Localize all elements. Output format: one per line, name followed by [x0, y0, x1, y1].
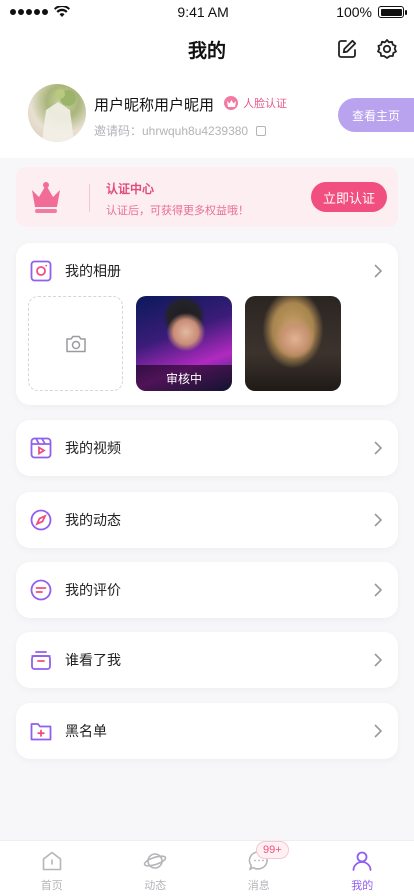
menu-row-visitors[interactable]: 谁看了我 [16, 634, 398, 686]
signal-area [10, 6, 70, 18]
menu-row-reviews[interactable]: 我的评价 [16, 564, 398, 616]
wifi-icon [54, 6, 70, 17]
menu-label: 我的动态 [65, 512, 121, 528]
crown-icon [32, 182, 60, 213]
menu-label: 谁看了我 [65, 652, 121, 668]
menu-card-visitors: 谁看了我 [16, 632, 398, 688]
tab-label: 首页 [40, 880, 63, 892]
menu-label: 我的评价 [65, 582, 121, 598]
chevron-right-icon [374, 724, 383, 738]
divider [89, 184, 90, 212]
page-title: 我的 [187, 40, 226, 62]
face-verify-badge: 人脸认证 [224, 95, 287, 111]
compass-icon [30, 509, 52, 531]
album-photo[interactable] [245, 296, 341, 391]
home-icon [42, 851, 62, 871]
signal-icon [10, 9, 48, 15]
tab-label: 消息 [247, 880, 270, 892]
certification-banner: 认证中心 认证后，可获得更多权益哦！ 立即认证 [16, 167, 398, 227]
tab-mine[interactable]: 我的 [311, 841, 414, 896]
menu-label: 我的视频 [65, 440, 121, 456]
comment-icon [30, 579, 52, 601]
person-icon [352, 851, 372, 871]
tab-home[interactable]: 首页 [0, 841, 104, 896]
verify-label: 人脸认证 [243, 98, 287, 110]
camera-icon [30, 260, 52, 282]
settings-gear-icon[interactable] [376, 38, 398, 60]
chevron-right-icon [374, 513, 383, 527]
chevron-right-icon [374, 441, 383, 455]
message-count-badge: 99+ [256, 841, 289, 859]
folder-plus-icon [30, 723, 52, 741]
album-grid: 审核中 [28, 296, 341, 391]
album-row[interactable]: 我的相册 [16, 245, 398, 297]
avatar[interactable] [28, 84, 86, 142]
review-status-label: 审核中 [136, 365, 232, 391]
chevron-right-icon [374, 264, 383, 278]
menu-card-reviews: 我的评价 [16, 562, 398, 618]
copy-icon[interactable] [256, 125, 267, 136]
battery-percent: 100% [336, 4, 372, 20]
invite-code-row: 邀请码：uhrwquh8u4239380 [94, 122, 267, 139]
chevron-right-icon [374, 583, 383, 597]
status-bar: 9:41 AM 100% [0, 0, 414, 24]
tab-moments[interactable]: 动态 [104, 841, 208, 896]
planet-icon [143, 853, 167, 869]
album-photo[interactable]: 审核中 [136, 296, 232, 391]
menu-card-blacklist: 黑名单 [16, 703, 398, 759]
tab-label: 我的 [351, 880, 374, 892]
menu-label: 黑名单 [65, 723, 107, 739]
cert-title: 认证中心 [106, 182, 155, 196]
verify-now-button[interactable]: 立即认证 [311, 182, 387, 212]
chevron-right-icon [374, 653, 383, 667]
crown-icon [224, 96, 238, 110]
view-homepage-button[interactable]: 查看主页 [338, 98, 414, 132]
cert-subtitle: 认证后，可获得更多权益哦！ [106, 205, 249, 217]
menu-card-moments: 我的动态 [16, 492, 398, 548]
album-label: 我的相册 [65, 263, 121, 279]
menu-row-moments[interactable]: 我的动态 [16, 494, 398, 546]
menu-row-videos[interactable]: 我的视频 [16, 422, 398, 474]
nickname: 用户昵称用户昵用 [94, 97, 215, 114]
invite-code: 邀请码：uhrwquh8u4239380 [94, 124, 249, 138]
status-time: 9:41 AM [177, 4, 229, 20]
edit-icon[interactable] [336, 38, 358, 60]
profile-header: 用户昵称用户昵用 人脸认证 邀请码：uhrwquh8u4239380 查看主页 [0, 74, 414, 158]
upload-photo-tile[interactable] [28, 296, 123, 391]
nav-bar: 我的 [0, 24, 414, 74]
menu-row-blacklist[interactable]: 黑名单 [16, 705, 398, 757]
tab-label: 动态 [144, 880, 167, 892]
video-icon [30, 437, 52, 459]
album-card: 我的相册 审核中 [16, 243, 398, 405]
menu-card-videos: 我的视频 [16, 420, 398, 476]
gift-icon [31, 651, 51, 670]
camera-outline-icon [65, 335, 86, 352]
battery-icon [378, 6, 407, 18]
bottom-tab-bar: 首页 动态 消息 我的 99+ [0, 840, 414, 896]
